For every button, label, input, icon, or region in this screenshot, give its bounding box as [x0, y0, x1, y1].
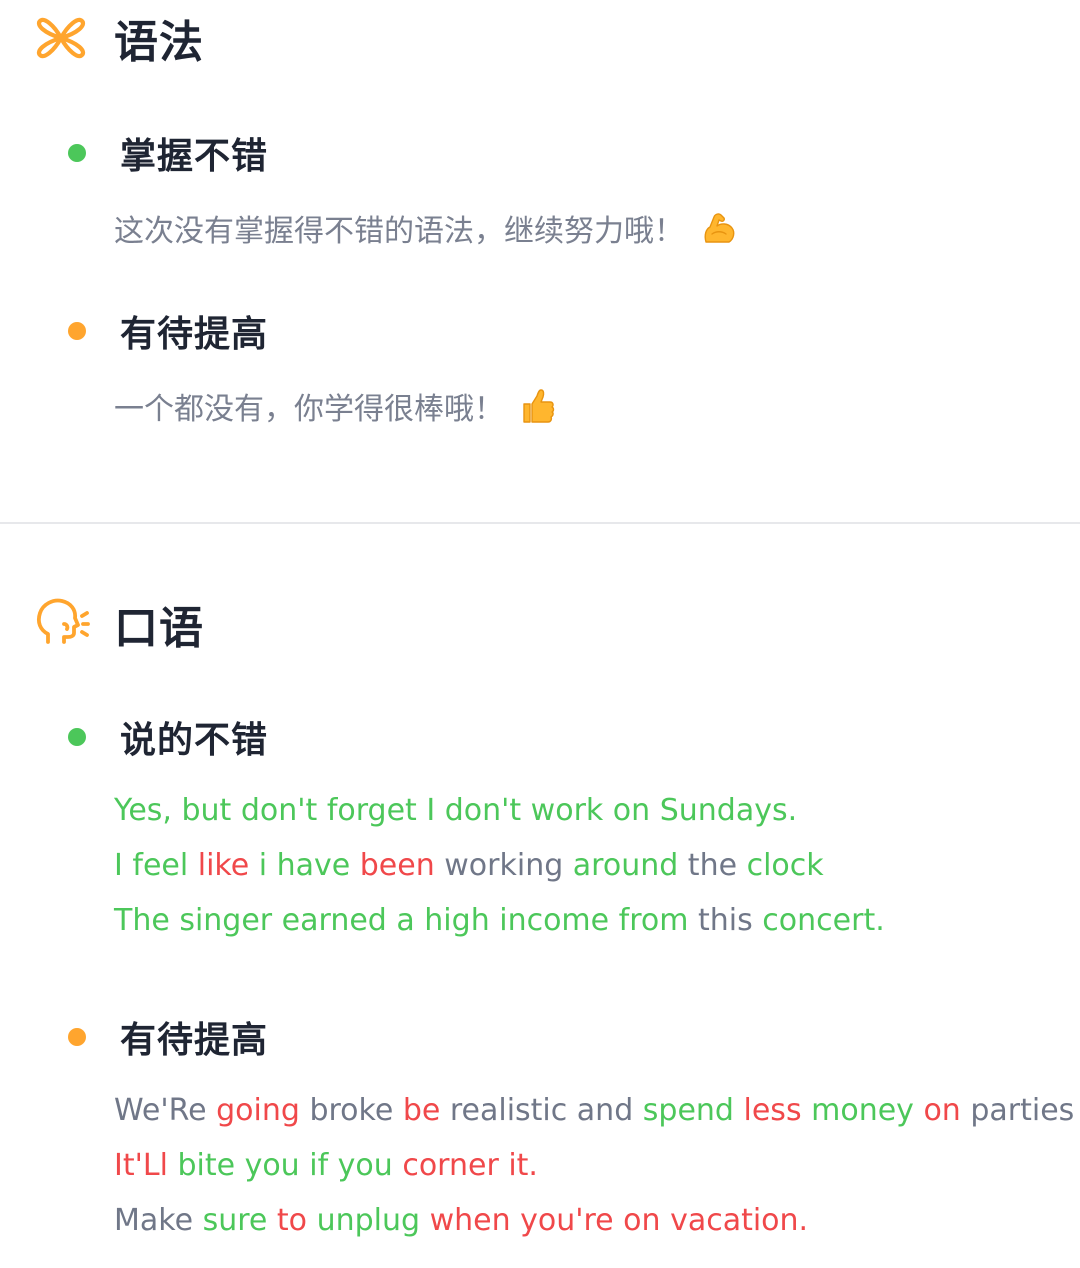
- speaking-good-title: 说的不错: [120, 720, 269, 761]
- grammar-improve-title: 有待提高: [120, 314, 269, 355]
- sentence-segment-good: clock: [746, 848, 824, 883]
- sentence-segment-neutral: [734, 1093, 744, 1128]
- improve-status-dot: [68, 322, 86, 340]
- thumbs-up-icon: [520, 387, 556, 425]
- flexed-biceps-icon: [700, 209, 738, 247]
- sentence-segment-neutral: parties: [960, 1093, 1075, 1128]
- sentence-segment-neutral: broke: [299, 1093, 403, 1128]
- sentence-segment-good: i have: [249, 848, 360, 883]
- sentence-segment-bad: when you're on vacation.: [420, 1203, 809, 1238]
- section-divider: [0, 522, 1080, 524]
- grammar-section-title: 语法: [114, 17, 204, 68]
- grammar-section-header: 语法: [34, 8, 204, 68]
- sentence-segment-good: I feel: [114, 848, 198, 883]
- grammar-good-header: 掌握不错: [68, 128, 268, 178]
- sentence-segment-bad: be: [402, 1093, 441, 1128]
- speaking-improve-sentence-2: It'Ll bite you if you corner it.: [114, 1146, 538, 1186]
- sentence-segment-good: The singer earned a high income from: [114, 903, 699, 938]
- sentence-segment-good: unplug: [316, 1203, 421, 1238]
- sentence-segment-bad: to: [267, 1203, 317, 1238]
- sentence-segment-bad: going: [216, 1093, 300, 1128]
- speaking-section-header: 口语: [34, 594, 204, 654]
- speaking-improve-sentence-3: Make sure to unplug when you're on vacat…: [114, 1201, 808, 1241]
- sentence-segment-neutral: Make: [114, 1203, 203, 1238]
- speaking-good-header: 说的不错: [68, 712, 268, 762]
- grammar-improve-message: 一个都没有，你学得很棒哦！: [114, 384, 556, 428]
- sentence-segment-bad: corner it.: [402, 1148, 538, 1183]
- speaking-improve-sentence-1: We'Re going broke be realistic and spend…: [114, 1091, 1074, 1131]
- speaking-head-icon: [34, 596, 90, 652]
- grammar-improve-message-text: 一个都没有，你学得很棒哦！: [114, 392, 504, 427]
- sentence-segment-good: around: [572, 848, 679, 883]
- sentence-segment-neutral: this: [698, 903, 753, 938]
- sentence-segment-good: bite you if you: [167, 1148, 403, 1183]
- grammar-knot-icon: [34, 10, 90, 66]
- speaking-good-sentence-2: I feel like i have been working around t…: [114, 846, 824, 886]
- good-status-dot: [68, 728, 86, 746]
- grammar-good-title: 掌握不错: [120, 136, 269, 177]
- sentence-segment-bad: been: [359, 848, 435, 883]
- sentence-segment-bad: less: [743, 1093, 802, 1128]
- grammar-improve-header: 有待提高: [68, 306, 268, 356]
- sentence-segment-neutral: We'Re: [114, 1093, 217, 1128]
- sentence-segment-good: Yes, but don't forget I don't work on Su…: [114, 793, 798, 828]
- sentence-segment-good: money: [801, 1093, 924, 1128]
- speaking-improve-header: 有待提高: [68, 1012, 268, 1062]
- sentence-segment-good: concert.: [752, 903, 885, 938]
- speaking-good-sentence-1: Yes, but don't forget I don't work on Su…: [114, 791, 797, 831]
- grammar-good-message-text: 这次没有掌握得不错的语法，继续努力哦！: [114, 214, 684, 249]
- speaking-improve-title: 有待提高: [120, 1020, 269, 1061]
- grammar-good-message: 这次没有掌握得不错的语法，继续努力哦！: [114, 206, 738, 250]
- sentence-segment-bad: It'Ll: [114, 1148, 168, 1183]
- good-status-dot: [68, 144, 86, 162]
- sentence-segment-bad: on: [923, 1093, 961, 1128]
- speaking-section-title: 口语: [114, 603, 204, 654]
- sentence-segment-good: sure: [202, 1203, 268, 1238]
- sentence-segment-good: spend: [642, 1093, 734, 1128]
- sentence-segment-neutral: realistic and: [440, 1093, 643, 1128]
- improve-status-dot: [68, 1028, 86, 1046]
- sentence-segment-bad: like: [197, 848, 250, 883]
- sentence-segment-neutral: the: [678, 848, 747, 883]
- sentence-segment-neutral: working: [434, 848, 573, 883]
- speaking-good-sentence-3: The singer earned a high income from thi…: [114, 901, 885, 941]
